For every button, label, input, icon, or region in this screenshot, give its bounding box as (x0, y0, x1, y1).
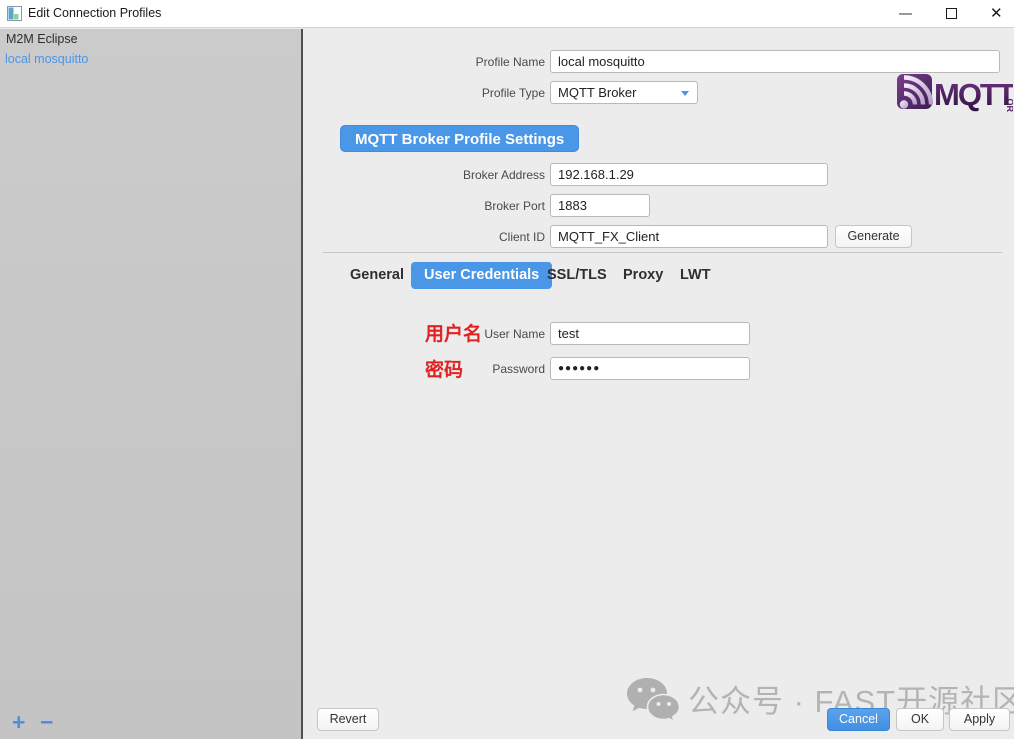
profile-name-input[interactable] (550, 50, 1000, 73)
tab-general[interactable]: General (350, 262, 404, 289)
tab-proxy[interactable]: Proxy (623, 262, 663, 289)
close-button[interactable]: ✕ (980, 0, 1014, 28)
profile-list-item-local-mosquitto[interactable]: local mosquitto (5, 52, 88, 66)
broker-address-label: Broker Address (462, 168, 545, 182)
password-label: Password (492, 362, 545, 376)
broker-address-input[interactable] (550, 163, 828, 186)
client-id-label: Client ID (498, 230, 545, 244)
section-divider (322, 252, 1002, 253)
app-icon (7, 6, 22, 21)
cancel-button[interactable]: Cancel (827, 708, 890, 731)
chevron-down-icon (681, 91, 689, 96)
broker-port-input[interactable] (550, 194, 650, 217)
broker-port-label: Broker Port (484, 199, 545, 213)
profile-list-item-m2m-eclipse[interactable]: M2M Eclipse (6, 32, 78, 46)
apply-button[interactable]: Apply (949, 708, 1010, 731)
mqtt-logo-text: MQTT (934, 77, 1013, 112)
profile-type-dropdown[interactable]: MQTT Broker (550, 81, 698, 104)
minimize-icon (899, 13, 912, 15)
profile-name-label: Profile Name (475, 55, 545, 69)
generate-client-id-button[interactable]: Generate (835, 225, 912, 248)
user-name-input[interactable] (550, 322, 750, 345)
tab-user-credentials[interactable]: User Credentials (411, 262, 553, 289)
window-title: Edit Connection Profiles (28, 6, 162, 20)
ok-button[interactable]: OK (896, 708, 944, 731)
broker-profile-settings-heading: MQTT Broker Profile Settings (340, 125, 580, 152)
profiles-sidebar: M2M Eclipse local mosquitto + − (0, 29, 303, 739)
mqtt-org-logo: MQTT .ORG (897, 74, 1013, 112)
remove-profile-button[interactable]: − (40, 711, 53, 734)
profile-type-label: Profile Type (481, 86, 545, 100)
edit-connection-profiles-window: { "window": { "title": "Edit Connection … (0, 0, 1014, 739)
close-icon: ✕ (990, 5, 1003, 22)
password-input[interactable] (550, 357, 750, 380)
maximize-button[interactable] (934, 0, 968, 28)
profile-type-selected-value: MQTT Broker (558, 85, 637, 100)
client-id-input[interactable] (550, 225, 828, 248)
tab-ssl-tls[interactable]: SSL/TLS (547, 262, 607, 289)
user-name-label: User Name (484, 327, 545, 341)
titlebar: Edit Connection Profiles ✕ (0, 0, 1014, 28)
mqtt-logo-org-text: .ORG (1005, 96, 1013, 112)
maximize-icon (946, 8, 957, 19)
add-profile-button[interactable]: + (12, 711, 25, 734)
revert-button[interactable]: Revert (317, 708, 379, 731)
minimize-button[interactable] (888, 0, 922, 28)
tab-lwt[interactable]: LWT (680, 262, 711, 289)
